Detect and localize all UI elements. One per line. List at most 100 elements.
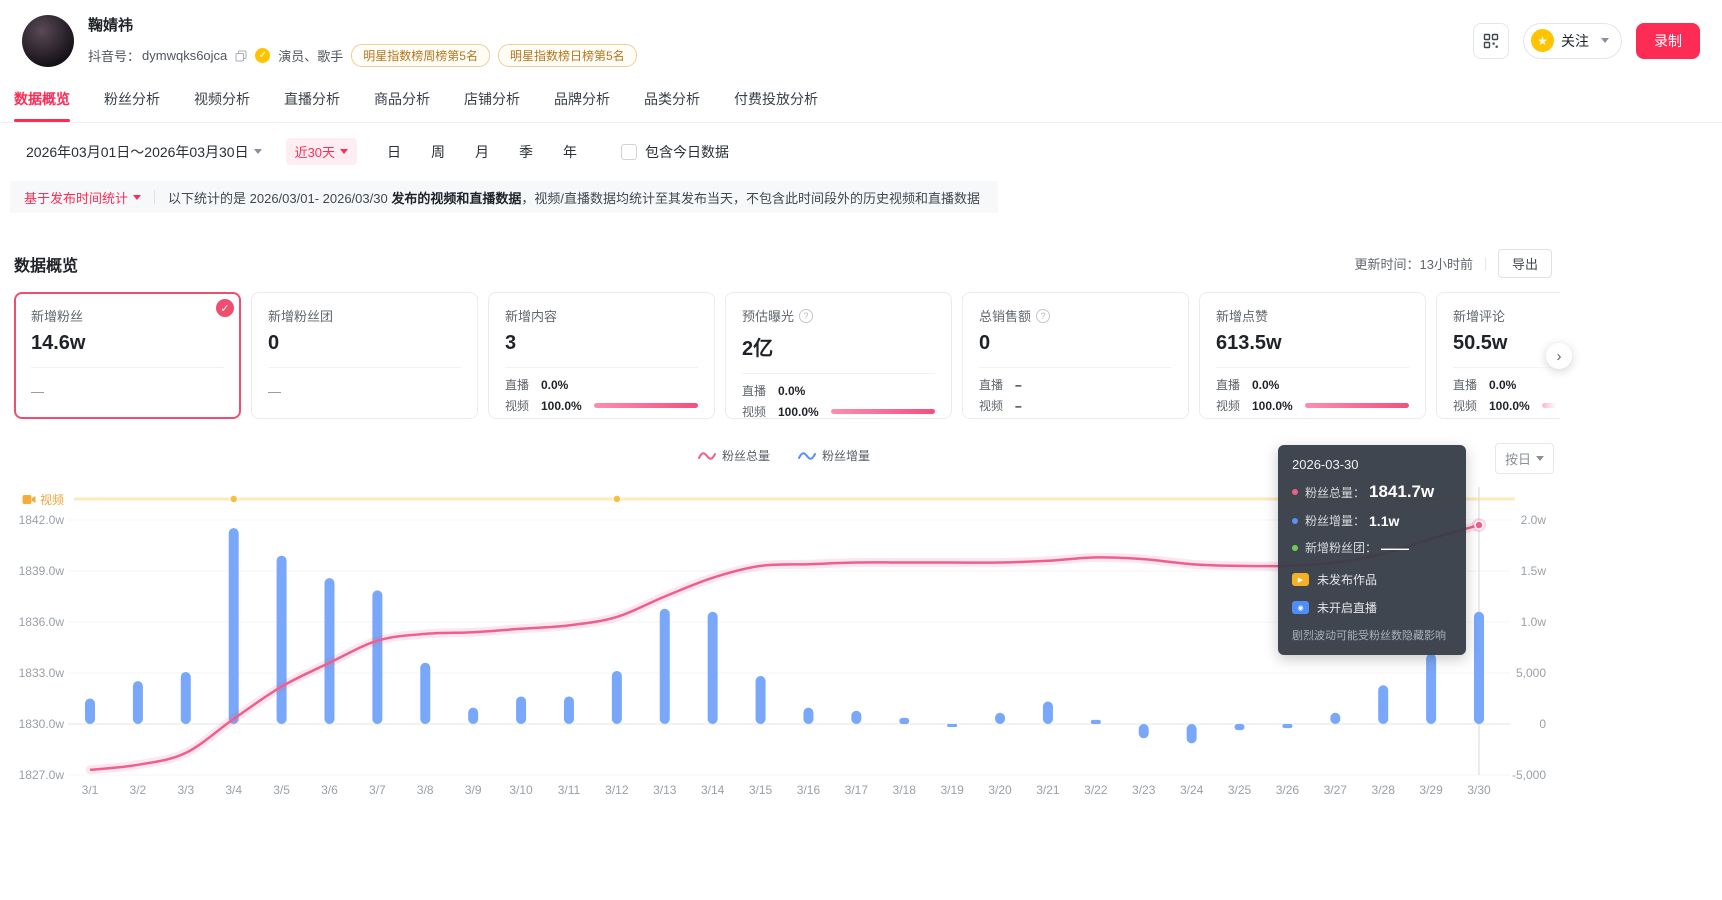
svg-text:3/19: 3/19 xyxy=(940,783,964,797)
period-week[interactable]: 周 xyxy=(431,142,445,162)
card-title: 总销售额 xyxy=(979,306,1031,325)
svg-text:1.5w: 1.5w xyxy=(1521,564,1547,578)
ratio-bar xyxy=(831,409,935,414)
rank-badge-weekly[interactable]: 明星指数榜周榜第5名 xyxy=(351,44,490,67)
tab-category-analysis[interactable]: 品类分析 xyxy=(642,79,702,122)
card-title: 新增粉丝 xyxy=(31,306,83,325)
qr-code-icon xyxy=(1482,32,1500,50)
period-month[interactable]: 月 xyxy=(475,142,489,162)
tooltip-label: 新增粉丝团： xyxy=(1305,539,1377,556)
stat-card-new-content[interactable]: 新增内容 3 直播0.0% 视频100.0% xyxy=(488,292,715,419)
main-nav: 数据概览 粉丝分析 视频分析 直播分析 商品分析 店铺分析 品牌分析 品类分析 … xyxy=(0,79,1722,123)
divider xyxy=(742,373,935,374)
include-today-checkbox[interactable] xyxy=(621,144,637,160)
date-range-value: 2026年03月01日～2026年03月30日 xyxy=(26,142,249,162)
account-id: dymwqks6ojca xyxy=(142,48,227,63)
include-today-toggle[interactable]: 包含今日数据 xyxy=(621,142,729,162)
video-value: 100.0% xyxy=(1252,399,1293,413)
stat-card-new-likes[interactable]: 新增点赞 613.5w 直播0.0% 视频100.0% xyxy=(1199,292,1426,419)
tooltip-value: 1841.7w xyxy=(1369,482,1434,502)
card-value: 3 xyxy=(505,332,698,355)
stat-card-estimated-exposure[interactable]: 预估曝光? 2亿 直播0.0% 视频100.0% xyxy=(725,292,952,419)
chevron-down-icon xyxy=(1601,38,1609,43)
account-label: 抖音号： xyxy=(88,46,140,65)
fans-trend-chart: 粉丝总量 粉丝增量 按日 视频 1842.0w1839.0w1836.0w183… xyxy=(10,435,1558,807)
legend-fans-total[interactable]: 粉丝总量 xyxy=(698,447,770,464)
live-value: – xyxy=(1015,378,1022,392)
legend-fans-delta[interactable]: 粉丝增量 xyxy=(798,447,870,464)
live-label: 直播 xyxy=(505,376,541,393)
svg-text:-5,000: -5,000 xyxy=(1512,768,1546,782)
series-dot xyxy=(1292,545,1298,551)
tab-data-overview[interactable]: 数据概览 xyxy=(12,79,72,122)
tab-video-analysis[interactable]: 视频分析 xyxy=(192,79,252,122)
profile-header: 鞠婧祎 抖音号：dymwqks6ojca ✓ 演员、歌手 明星指数榜周榜第5名 … xyxy=(0,0,1722,79)
svg-text:3/24: 3/24 xyxy=(1180,783,1204,797)
svg-text:3/4: 3/4 xyxy=(225,783,242,797)
video-value: 100.0% xyxy=(778,405,819,419)
card-value: 0 xyxy=(268,332,461,355)
help-icon[interactable]: ? xyxy=(1036,309,1050,323)
live-label: 直播 xyxy=(1216,376,1252,393)
svg-text:3/16: 3/16 xyxy=(797,783,821,797)
qr-code-button[interactable] xyxy=(1473,23,1509,59)
series-dot xyxy=(1292,518,1298,524)
tab-fans-analysis[interactable]: 粉丝分析 xyxy=(102,79,162,122)
period-year[interactable]: 年 xyxy=(563,142,577,162)
svg-text:3/3: 3/3 xyxy=(177,783,194,797)
stat-cards-carousel: ✓ 新增粉丝 14.6w — 新增粉丝团 0 — 新增内容 3 直播0.0% 视… xyxy=(14,292,1560,419)
period-day[interactable]: 日 xyxy=(387,142,401,162)
svg-text:3/17: 3/17 xyxy=(845,783,869,797)
chevron-down-icon xyxy=(133,195,141,200)
date-range-picker[interactable]: 2026年03月01日～2026年03月30日 xyxy=(26,142,262,162)
svg-text:1827.0w: 1827.0w xyxy=(19,768,65,782)
stat-card-total-sales[interactable]: 总销售额? 0 直播– 视频– xyxy=(962,292,1189,419)
tab-paid-promotion-analysis[interactable]: 付费投放分析 xyxy=(732,79,820,122)
live-value: 0.0% xyxy=(1489,378,1516,392)
check-icon: ✓ xyxy=(216,299,234,317)
card-title: 新增点赞 xyxy=(1216,306,1268,325)
svg-text:3/11: 3/11 xyxy=(558,783,581,797)
help-icon[interactable]: ? xyxy=(799,309,813,323)
verified-icon: ✓ xyxy=(255,48,270,63)
star-icon: ★ xyxy=(1531,29,1554,52)
svg-text:2.0w: 2.0w xyxy=(1521,513,1547,527)
live-label: 直播 xyxy=(979,376,1015,393)
card-title: 新增内容 xyxy=(505,306,557,325)
svg-text:3/20: 3/20 xyxy=(988,783,1012,797)
svg-text:3/26: 3/26 xyxy=(1276,783,1300,797)
divider xyxy=(505,367,698,368)
period-quarter[interactable]: 季 xyxy=(519,142,533,162)
export-button[interactable]: 导出 xyxy=(1498,249,1552,278)
filter-row: 2026年03月01日～2026年03月30日 近30天 日 周 月 季 年 包… xyxy=(14,138,1560,165)
svg-text:3/21: 3/21 xyxy=(1036,783,1060,797)
video-camera-icon xyxy=(22,494,36,505)
tab-brand-analysis[interactable]: 品牌分析 xyxy=(552,79,612,122)
stat-basis-select[interactable]: 基于发布时间统计 xyxy=(24,188,141,207)
avatar[interactable] xyxy=(22,15,74,67)
follow-button[interactable]: ★ 关注 xyxy=(1523,23,1622,59)
svg-text:3/8: 3/8 xyxy=(417,783,434,797)
tab-product-analysis[interactable]: 商品分析 xyxy=(372,79,432,122)
divider xyxy=(1485,257,1486,271)
carousel-next-button[interactable]: › xyxy=(1546,343,1572,369)
stat-card-new-fan-club[interactable]: 新增粉丝团 0 — xyxy=(251,292,478,419)
video-label: 视频 xyxy=(1453,397,1489,414)
stat-card-new-fans[interactable]: ✓ 新增粉丝 14.6w — xyxy=(14,292,241,419)
rank-badge-daily[interactable]: 明星指数榜日榜第5名 xyxy=(498,44,637,67)
svg-text:3/29: 3/29 xyxy=(1419,783,1443,797)
empty-value: — xyxy=(31,384,224,399)
record-button[interactable]: 录制 xyxy=(1636,23,1700,59)
divider xyxy=(979,367,1172,368)
profile-info: 鞠婧祎 抖音号：dymwqks6ojca ✓ 演员、歌手 明星指数榜周榜第5名 … xyxy=(88,14,1473,67)
card-title: 新增粉丝团 xyxy=(268,306,333,325)
tab-live-analysis[interactable]: 直播分析 xyxy=(282,79,342,122)
svg-text:1836.0w: 1836.0w xyxy=(19,615,65,629)
quick-range-select[interactable]: 近30天 xyxy=(286,138,357,165)
copy-icon[interactable] xyxy=(235,50,247,62)
svg-text:3/25: 3/25 xyxy=(1228,783,1252,797)
chevron-down-icon xyxy=(254,149,262,154)
legend-label: 粉丝总量 xyxy=(722,447,770,464)
tab-shop-analysis[interactable]: 店铺分析 xyxy=(462,79,522,122)
svg-text:3/30: 3/30 xyxy=(1467,783,1491,797)
